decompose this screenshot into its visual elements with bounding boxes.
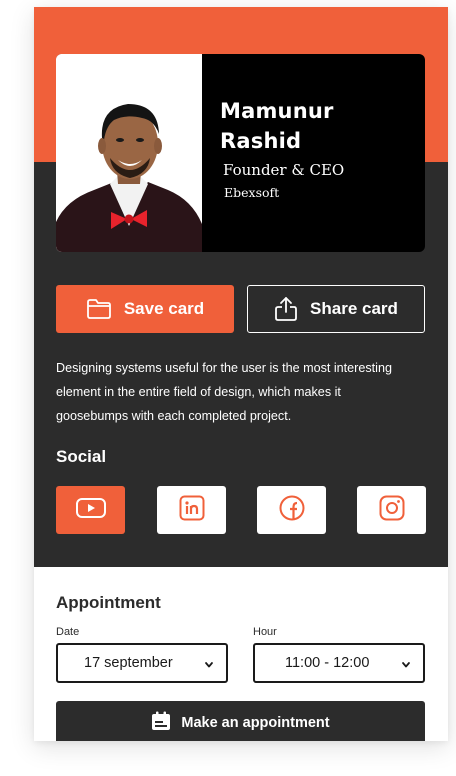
make-appointment-label: Make an appointment: [181, 715, 330, 731]
make-appointment-button[interactable]: Make an appointment: [56, 701, 425, 741]
instagram-button[interactable]: [357, 486, 426, 534]
profile-company: Ebexsoft: [224, 185, 280, 200]
facebook-button[interactable]: [257, 486, 326, 534]
folder-icon: [86, 298, 112, 320]
date-label: Date: [56, 626, 80, 638]
save-card-button[interactable]: Save card: [56, 285, 234, 333]
instagram-icon: [379, 495, 405, 526]
youtube-icon: [75, 496, 107, 525]
linkedin-button[interactable]: [157, 486, 226, 534]
profile-name: Mamunur Rashid: [220, 96, 420, 156]
profile-title: Founder & CEO: [223, 161, 345, 179]
profile-name-line1: Mamunur: [220, 99, 334, 123]
business-card: Mamunur Rashid Founder & CEO Ebexsoft Sa…: [34, 7, 448, 741]
hour-select-value: 11:00 - 12:00: [285, 655, 370, 671]
date-select-value: 17 september: [84, 655, 173, 671]
share-card-button[interactable]: Share card: [247, 285, 425, 333]
youtube-button[interactable]: [56, 486, 125, 534]
chevron-down-icon: [204, 658, 214, 674]
bio-text: Designing systems useful for the user is…: [56, 361, 392, 423]
hour-label: Hour: [253, 626, 277, 638]
save-card-label: Save card: [123, 299, 205, 318]
share-card-label: Share card: [310, 299, 398, 318]
hour-select[interactable]: 11:00 - 12:00: [253, 643, 425, 683]
calendar-icon: [151, 711, 171, 735]
linkedin-icon: [179, 495, 205, 526]
appointment-heading: Appointment: [56, 593, 161, 612]
profile-name-line2: Rashid: [220, 129, 302, 153]
chevron-down-icon: [401, 658, 411, 674]
share-icon: [274, 296, 298, 322]
profile-card: Mamunur Rashid Founder & CEO Ebexsoft: [56, 54, 425, 252]
profile-photo: [56, 54, 202, 252]
social-heading: Social: [56, 447, 107, 466]
date-select[interactable]: 17 september: [56, 643, 228, 683]
facebook-icon: [279, 495, 305, 526]
